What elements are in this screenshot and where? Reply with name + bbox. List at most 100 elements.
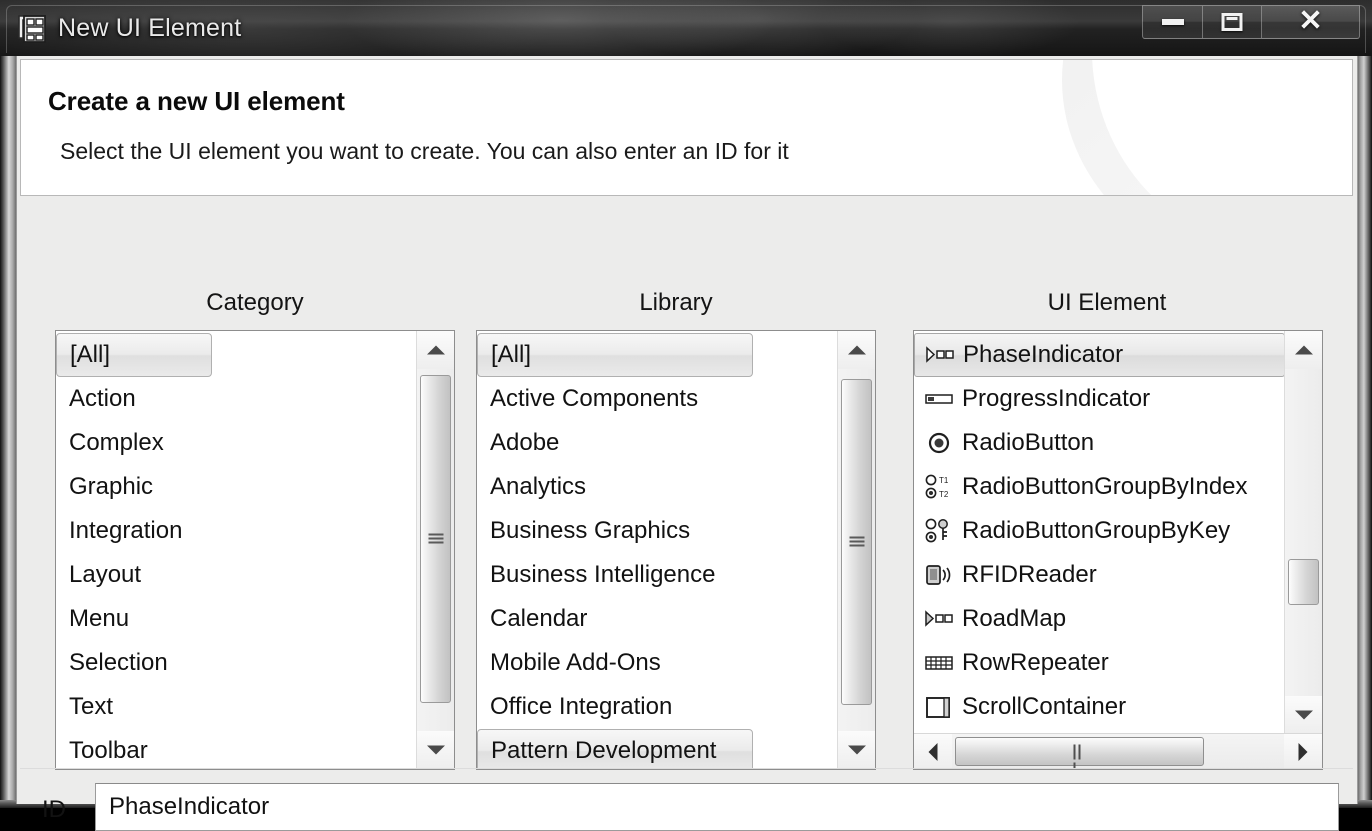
window-frame-left <box>0 56 16 808</box>
list-item[interactable]: RadioButtonGroupByKey <box>914 509 1285 553</box>
list-item-label: Layout <box>69 561 142 588</box>
list-item[interactable]: RowRepeater <box>914 641 1285 685</box>
list-item-label: Pattern Development <box>491 737 717 764</box>
library-column-label: Library <box>639 289 713 316</box>
minimize-button[interactable] <box>1142 5 1202 39</box>
list-item[interactable]: Graphic <box>56 465 418 509</box>
category-scroll-thumb[interactable] <box>420 375 451 703</box>
list-item-label: [All] <box>70 341 111 368</box>
chevron-up-icon <box>1295 345 1313 355</box>
list-item-label: RowRepeater <box>962 649 1109 676</box>
list-item-label: Toolbar <box>69 737 148 764</box>
list-item-label: Menu <box>69 605 130 632</box>
list-item[interactable]: Integration <box>56 509 418 553</box>
list-item[interactable]: Adobe <box>477 421 839 465</box>
library-vertical-scrollbar[interactable] <box>837 331 875 769</box>
ui-element-horizontal-scrollbar[interactable] <box>914 733 1322 769</box>
category-listbox[interactable]: [All] Action Complex Graphic Integration Layo… <box>55 330 455 770</box>
maximize-icon <box>1221 13 1243 31</box>
list-item[interactable]: Calendar <box>477 597 839 641</box>
ui-element-scroll-left-button[interactable] <box>914 734 952 769</box>
id-field-label: ID <box>42 796 66 823</box>
window-frame-right <box>1358 56 1372 808</box>
scroll-container-icon <box>926 697 950 718</box>
ui-element-vertical-scrollbar[interactable] <box>1284 331 1322 734</box>
list-item[interactable]: [All] <box>477 333 753 377</box>
ui-element-hscroll-thumb[interactable] <box>955 737 1204 769</box>
list-item-label: PhaseIndicator <box>963 341 1124 368</box>
maximize-button[interactable] <box>1202 5 1262 39</box>
list-item[interactable]: Toolbar <box>56 729 418 769</box>
list-item[interactable]: ProgressIndicator <box>914 377 1285 421</box>
radio-group-index-icon: T1 T2 <box>925 474 949 499</box>
close-icon: ✕ <box>1298 4 1323 37</box>
list-item-label: Active Components <box>490 385 699 412</box>
list-item[interactable]: Business Graphics <box>477 509 839 553</box>
list-item-label: Graphic <box>69 473 154 500</box>
list-item-label: RadioButton <box>962 429 1095 456</box>
list-item[interactable]: Mobile Add-Ons <box>477 641 839 685</box>
dialog-header: Create a new UI element Select the UI el… <box>20 59 1353 196</box>
page-subtitle: Select the UI element you want to create… <box>60 138 789 164</box>
list-item-label: Calendar <box>490 605 588 632</box>
list-item[interactable]: Menu <box>56 597 418 641</box>
grip-icon <box>849 536 864 548</box>
list-item[interactable]: Active Components <box>477 377 839 421</box>
ui-element-icon <box>18 15 46 43</box>
list-item-label: Business Graphics <box>490 517 691 544</box>
list-item[interactable]: PhaseIndicator <box>914 333 1285 377</box>
ui-element-listbox[interactable]: PhaseIndicator ProgressIndicator RadioButt… <box>913 330 1323 770</box>
ui-element-scroll-right-button[interactable] <box>1284 734 1322 769</box>
library-listbox[interactable]: [All] Active Components Adobe Analytics Busi… <box>476 330 876 770</box>
list-item[interactable]: Layout <box>56 553 418 597</box>
list-item[interactable]: Office Integration <box>477 685 839 729</box>
list-item-label: [All] <box>491 341 532 368</box>
ui-element-scroll-thumb[interactable] <box>1288 559 1319 605</box>
list-item-label: RFIDReader <box>962 561 1097 588</box>
list-item[interactable]: Business Intelligence <box>477 553 839 597</box>
list-item[interactable]: Action <box>56 377 418 421</box>
close-button[interactable]: ✕ <box>1262 5 1360 39</box>
minimize-icon <box>1161 19 1184 25</box>
list-item[interactable]: Text <box>56 685 418 729</box>
grip-icon <box>1073 744 1086 769</box>
list-item-label: ScrollContainer <box>962 693 1127 720</box>
list-item-label: RoadMap <box>962 605 1067 632</box>
library-scroll-up-button[interactable] <box>838 331 875 369</box>
window-title: New UI Element <box>58 14 242 42</box>
grip-icon <box>428 533 443 545</box>
list-item[interactable]: RadioButton <box>914 421 1285 465</box>
list-item[interactable]: Complex <box>56 421 418 465</box>
ui-element-scroll-up-button[interactable] <box>1285 331 1322 369</box>
category-vertical-scrollbar[interactable] <box>416 331 454 769</box>
row-repeater-icon <box>925 656 953 670</box>
list-item[interactable]: Pattern Development <box>477 729 753 769</box>
ui-element-scroll-down-button[interactable] <box>1285 696 1322 734</box>
list-item[interactable]: [All] <box>56 333 212 377</box>
page-title: Create a new UI element <box>48 86 345 116</box>
library-scroll-thumb[interactable] <box>841 379 872 705</box>
category-scroll-down-button[interactable] <box>417 731 454 769</box>
radio-button-icon <box>928 432 950 454</box>
library-scroll-down-button[interactable] <box>838 731 875 769</box>
list-item[interactable]: Analytics <box>477 465 839 509</box>
list-item-label: Integration <box>69 517 183 544</box>
list-item[interactable]: Selection <box>56 641 418 685</box>
chevron-down-icon <box>1295 710 1313 720</box>
list-item[interactable]: RFIDReader <box>914 553 1285 597</box>
list-item-label: Office Integration <box>490 693 673 720</box>
list-item[interactable]: RoadMap <box>914 597 1285 641</box>
list-item[interactable]: ScrollContainer <box>914 685 1285 729</box>
category-scroll-up-button[interactable] <box>417 331 454 369</box>
list-item[interactable]: T1 T2 RadioButtonGroupByIndex <box>914 465 1285 509</box>
chevron-right-icon <box>1298 742 1308 761</box>
chevron-down-icon <box>848 745 866 755</box>
list-item-label: Analytics <box>490 473 587 500</box>
chevron-down-icon <box>427 745 445 755</box>
new-ui-element-dialog: New UI Element ✕ Create a new UI element… <box>0 0 1372 831</box>
id-input[interactable]: PhaseIndicator <box>95 783 1339 831</box>
chevron-up-icon <box>848 345 866 355</box>
rfid-reader-icon <box>926 565 951 585</box>
roadmap-icon <box>925 610 953 627</box>
list-item-label: Action <box>69 385 136 412</box>
